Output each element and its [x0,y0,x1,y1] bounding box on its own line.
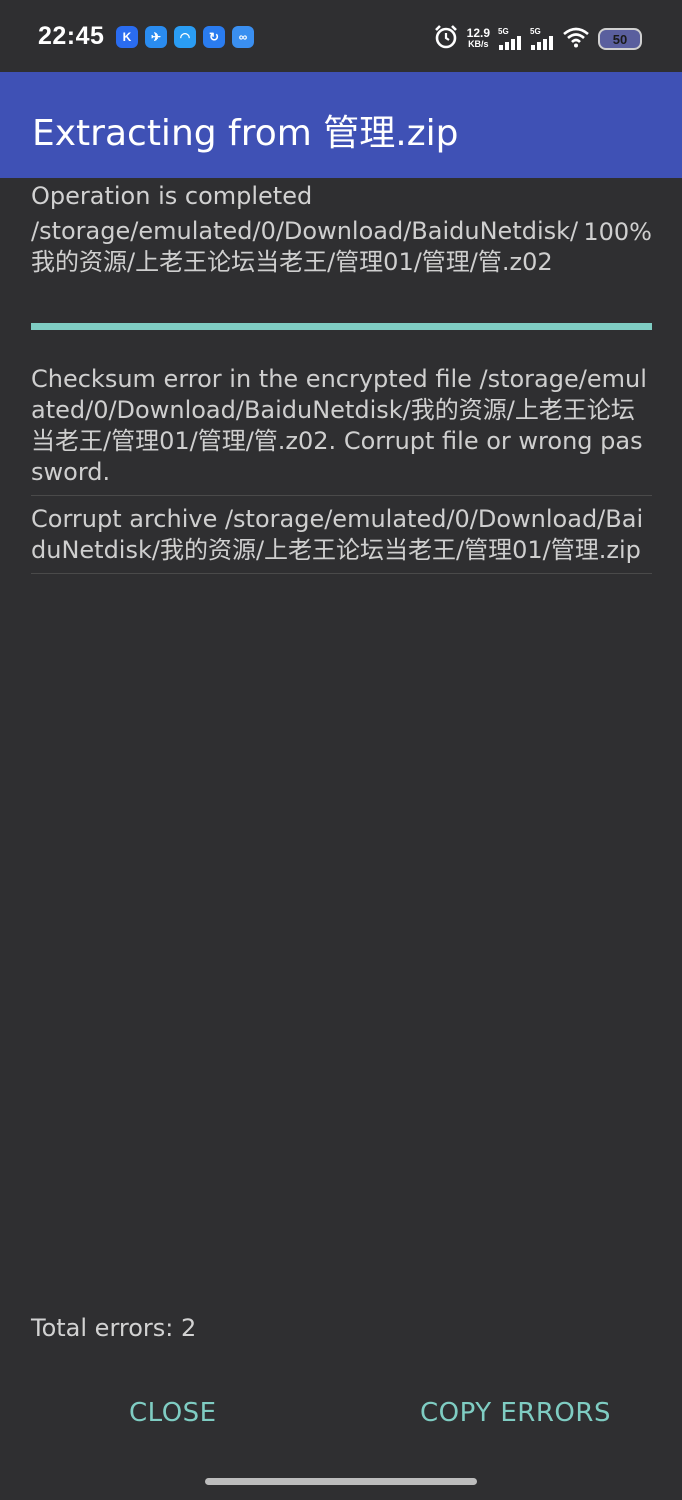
cloud-app-icon: ◠ [174,26,196,48]
alarm-icon [433,24,459,54]
signal-label: 5G [530,27,541,36]
close-button[interactable]: CLOSE [129,1398,217,1428]
signal-5g-2: 5G [530,28,554,50]
k-app-icon: K [116,26,138,48]
refresh-app-icon: ↻ [203,26,225,48]
net-speed: 12.9 KB/s [466,26,490,50]
wifi-icon [562,26,590,52]
netdisk-app-icon: ∞ [232,26,254,48]
notification-icons: K ✈ ◠ ↻ ∞ [116,26,254,48]
home-indicator[interactable] [205,1478,477,1485]
progress-percent: 100% [583,218,652,246]
status-time: 22:45 [38,22,105,50]
progress-bar [31,323,652,330]
signal-label: 5G [498,27,509,36]
operation-status: Operation is completed [31,182,313,210]
status-bar: 22:45 K ✈ ◠ ↻ ∞ 12.9 KB/s 5G 5G 50 [0,0,682,72]
signal-5g-1: 5G [498,28,522,50]
operation-path: /storage/emulated/0/Download/BaiduNetdis… [31,217,579,276]
progress-fill [31,323,652,330]
signal-bars-icon [499,36,521,50]
signal-bars-icon [531,36,553,50]
battery-indicator: 50 [598,28,642,50]
error-item: Corrupt archive /storage/emulated/0/Down… [31,504,652,574]
net-speed-unit: KB/s [468,39,489,49]
total-errors: Total errors: 2 [31,1314,197,1342]
app-bar: Extracting from 管理.zip [0,72,682,178]
error-item: Checksum error in the encrypted file /st… [31,364,652,496]
net-speed-value: 12.9 [466,26,490,40]
page-title: Extracting from 管理.zip [32,113,459,154]
bird-app-icon: ✈ [145,26,167,48]
status-indicators: 12.9 KB/s 5G 5G 50 [433,24,642,54]
battery-level: 50 [612,31,628,47]
copy-errors-button[interactable]: COPY ERRORS [420,1398,611,1428]
